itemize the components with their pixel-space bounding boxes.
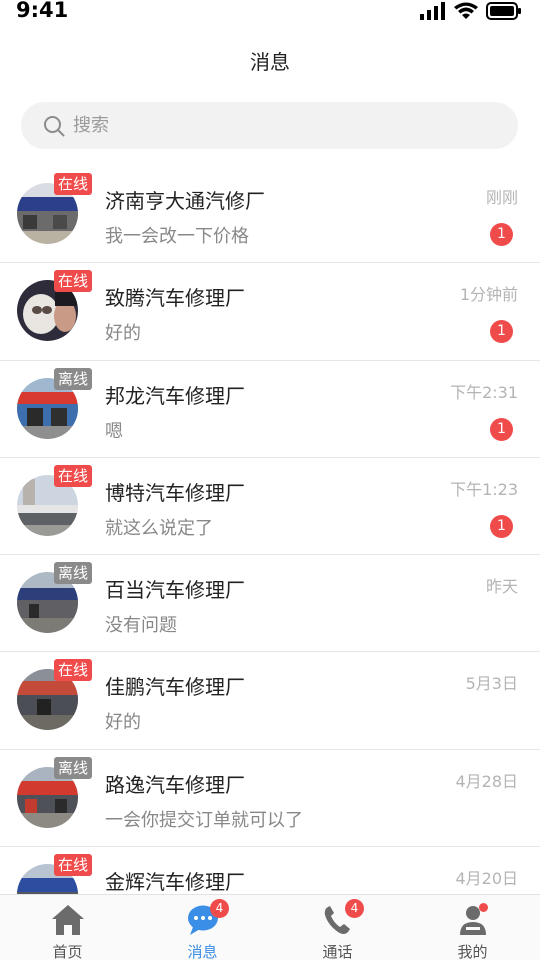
shop-name: 致腾汽车修理厂 bbox=[105, 286, 245, 311]
tab-profile[interactable]: 我的 bbox=[405, 895, 540, 961]
notification-dot bbox=[479, 903, 488, 912]
tab-badge: 4 bbox=[210, 899, 229, 918]
tab-label: 消息 bbox=[187, 943, 218, 961]
unread-badge: 1 bbox=[490, 320, 513, 344]
conversation-item[interactable]: 在线 金辉汽车修理厂 4月20日 bbox=[0, 847, 540, 894]
message-time: 1分钟前 bbox=[459, 285, 518, 305]
unread-badge: 1 bbox=[490, 514, 513, 538]
message-time: 5月3日 bbox=[465, 674, 518, 694]
nav-bar: 消息 bbox=[0, 26, 540, 90]
conversation-item[interactable]: 在线 佳鹏汽车修理厂 好的 5月3日 bbox=[0, 652, 540, 750]
status-tag: 离线 bbox=[54, 756, 93, 779]
tab-label: 通话 bbox=[322, 943, 353, 961]
battery-icon bbox=[486, 2, 521, 20]
shop-name: 邦龙汽车修理厂 bbox=[105, 383, 245, 408]
conversation-item[interactable]: 在线 致腾汽车修理厂 好的 1分钟前 1 bbox=[0, 263, 540, 361]
tab-label: 我的 bbox=[457, 943, 488, 961]
shop-name: 路逸汽车修理厂 bbox=[105, 772, 245, 797]
conversation-item[interactable]: 离线 百当汽车修理厂 没有问题 昨天 bbox=[0, 555, 540, 653]
message-time: 4月20日 bbox=[455, 869, 518, 889]
status-tag: 在线 bbox=[54, 270, 93, 293]
status-tag: 在线 bbox=[54, 659, 93, 682]
message-time: 4月28日 bbox=[455, 771, 518, 791]
search-input[interactable] bbox=[73, 115, 473, 136]
status-tag: 离线 bbox=[54, 367, 93, 390]
status-tag: 在线 bbox=[54, 464, 93, 487]
conversation-item[interactable]: 在线 博特汽车修理厂 就这么说定了 下午1:23 1 bbox=[0, 458, 540, 556]
last-message: 好的 bbox=[105, 712, 141, 734]
shop-name: 佳鹏汽车修理厂 bbox=[105, 675, 245, 700]
search-bar[interactable] bbox=[21, 102, 518, 149]
last-message: 一会你提交订单就可以了 bbox=[105, 809, 303, 831]
last-message: 我一会改一下价格 bbox=[105, 226, 249, 247]
message-time: 下午1:23 bbox=[450, 479, 518, 499]
status-tag: 在线 bbox=[54, 173, 93, 195]
conversation-item[interactable]: 离线 路逸汽车修理厂 一会你提交订单就可以了 4月28日 bbox=[0, 750, 540, 848]
shop-name: 金辉汽车修理厂 bbox=[105, 870, 245, 894]
status-tag: 在线 bbox=[54, 854, 93, 877]
message-time: 刚刚 bbox=[485, 188, 518, 207]
tab-label: 首页 bbox=[52, 943, 83, 961]
signal-icon bbox=[420, 2, 445, 20]
tab-calls[interactable]: 4 通话 bbox=[270, 895, 405, 961]
status-bar: 9:41 bbox=[0, 0, 540, 26]
page-title: 消息 bbox=[250, 50, 290, 74]
tab-badge: 4 bbox=[345, 899, 364, 918]
conversation-item[interactable]: 在线 济南亨大通汽修厂 我一会改一下价格 刚刚 1 bbox=[0, 166, 540, 264]
message-time: 下午2:31 bbox=[450, 382, 518, 402]
shop-name: 百当汽车修理厂 bbox=[105, 578, 245, 603]
conversation-item[interactable]: 离线 邦龙汽车修理厂 嗯 下午2:31 1 bbox=[0, 361, 540, 458]
unread-badge: 1 bbox=[490, 223, 513, 246]
home-icon bbox=[51, 905, 84, 935]
tab-messages[interactable]: 4 消息 bbox=[135, 895, 270, 961]
tab-bar: 首页 4 消息 4 通话 我的 bbox=[0, 894, 540, 961]
status-icons bbox=[420, 2, 522, 20]
last-message: 就这么说定了 bbox=[105, 517, 213, 539]
last-message: 没有问题 bbox=[105, 615, 177, 637]
status-tag: 离线 bbox=[54, 562, 93, 585]
shop-name: 博特汽车修理厂 bbox=[105, 480, 245, 505]
last-message: 嗯 bbox=[105, 420, 123, 442]
unread-badge: 1 bbox=[490, 417, 513, 441]
tab-home[interactable]: 首页 bbox=[0, 895, 135, 961]
search-icon bbox=[44, 115, 65, 136]
message-time: 昨天 bbox=[485, 577, 518, 597]
last-message: 好的 bbox=[105, 323, 141, 345]
shop-name: 济南亨大通汽修厂 bbox=[105, 189, 265, 213]
wifi-icon bbox=[454, 2, 478, 19]
conversation-list: 在线 济南亨大通汽修厂 我一会改一下价格 刚刚 1 在线 致腾汽车修理厂 好的 … bbox=[0, 166, 540, 894]
